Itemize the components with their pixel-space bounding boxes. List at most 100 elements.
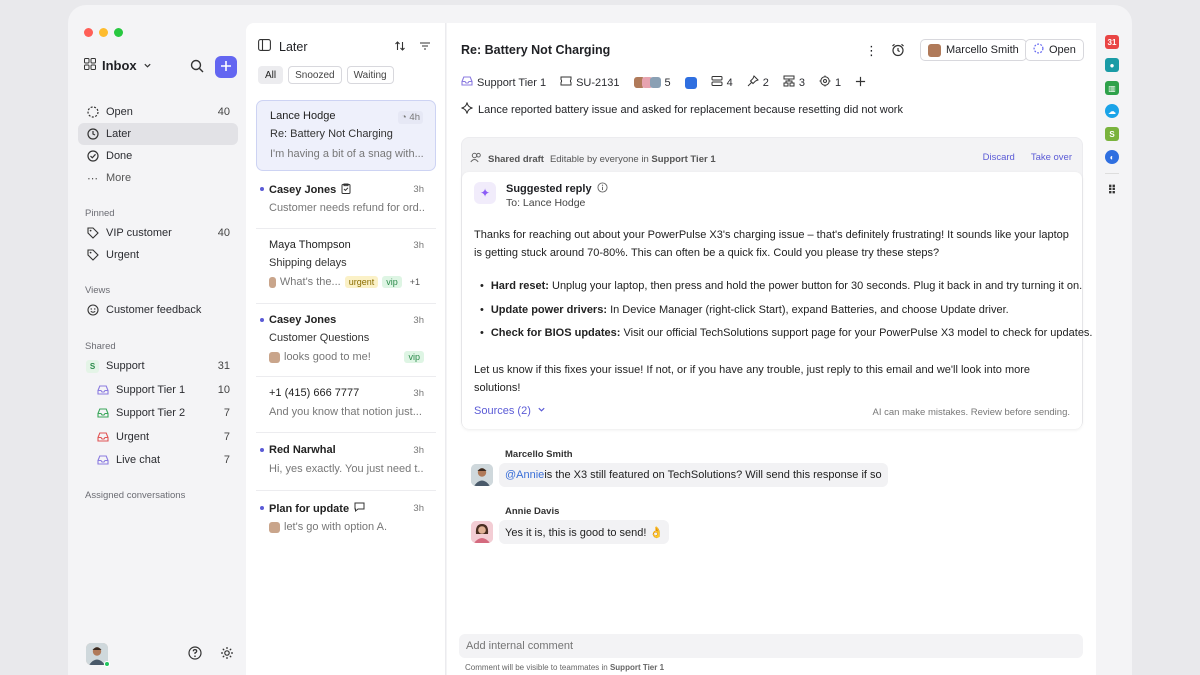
contacts-app-icon[interactable]: ● [1105,58,1119,72]
conversation-subject: Customer Questions [269,332,370,344]
status-button[interactable]: Open [1025,39,1084,61]
sources-toggle[interactable]: Sources (2) [474,405,546,417]
clock-icon [86,128,99,141]
target-icon [819,75,831,90]
conversation-time: 3h [413,184,424,195]
shared-support-tier-1[interactable]: Support Tier 1 10 [78,379,238,401]
reply-bullet: • Update power drivers: In Device Manager… [480,304,1009,316]
shared-urgent[interactable]: Urgent 7 [78,426,238,448]
users-icon [470,152,482,166]
compose-button[interactable] [215,56,237,78]
meta-ticket[interactable]: SU-2131 [560,76,620,89]
nav-done[interactable]: Done [78,145,238,167]
shared-support-tier-2[interactable]: Support Tier 2 7 [78,402,238,424]
list-item[interactable]: Casey Jones 3h Customer needs refund for… [256,174,436,229]
shared-support-label: Support [106,360,145,372]
avatar [471,464,493,486]
sort-icon[interactable] [394,40,406,55]
view-customer-feedback[interactable]: Customer feedback [78,299,238,321]
avatar [269,276,276,288]
shared-live-chat[interactable]: Live chat 7 [78,449,238,471]
pinned-vip-customer[interactable]: VIP customer 40 [78,222,238,244]
online-status-dot [104,661,110,667]
shopify-app-icon[interactable]: S [1105,127,1119,141]
take-over-button[interactable]: Take over [1031,152,1072,163]
inbox-tray-icon [96,407,109,420]
mention[interactable]: @Annie [505,469,544,481]
filter-icon[interactable] [419,40,431,55]
list-item[interactable]: Maya Thompson 3h Shipping delays What's … [256,230,436,304]
help-button[interactable] [187,645,203,663]
shared-live-chat-count: 7 [223,454,230,466]
salesforce-app-icon[interactable]: ☁ [1105,104,1119,118]
pinned-urgent[interactable]: Urgent [78,244,238,266]
conversation-time: 3h [413,388,424,399]
help-icon [188,645,202,663]
list-item[interactable]: Plan for update 3h let's go with option … [256,493,436,549]
sheets-app-icon[interactable]: ▥ [1105,81,1119,95]
more-vertical-icon[interactable]: ⋮ [865,43,878,59]
list-header: Later [258,39,308,54]
list-item[interactable]: Casey Jones 3h Customer Questions looks … [256,305,436,377]
linear-app-icon[interactable]: ◐ [1105,150,1119,164]
search-button[interactable] [188,58,206,76]
pinned-vip-count: 40 [217,227,230,239]
shared-tier2-count: 7 [223,407,230,419]
meta-participants-count: 5 [664,76,671,89]
nav-later[interactable]: Later [78,123,238,145]
nav-more[interactable]: ⋯ More [78,167,238,189]
settings-button[interactable] [219,646,235,662]
conversation-preview: Hi, yes exactly. You just need t... [269,463,424,475]
tag-icon [86,227,99,240]
filter-snoozed[interactable]: Snoozed [288,66,342,84]
nav-open[interactable]: Open 40 [78,101,238,123]
list-title: Later [279,39,308,54]
shared-live-chat-label: Live chat [116,454,161,466]
summary-text: Lance reported battery issue and asked f… [478,103,903,116]
meta-stack[interactable]: 4 [711,75,733,90]
calendar-app-icon[interactable]: 31 [1105,35,1119,49]
message-text: is the X3 still featured on TechSolution… [544,469,882,481]
meta-target[interactable]: 1 [819,75,841,90]
comment-note-prefix: Comment will be visible to teammates in [465,663,608,672]
inbox-tray-icon [96,431,109,444]
list-item[interactable]: Red Narwhal 3h Hi, yes exactly. You just… [256,435,436,491]
assigned-conversations-label: Assigned conversations [85,490,186,501]
tag-vip: vip [404,351,424,363]
shared-tier1-label: Support Tier 1 [116,384,186,396]
meta-hierarchy-count: 3 [798,76,806,89]
apps-grid-icon[interactable]: ⠿ [1105,183,1119,197]
tag-icon [86,249,99,262]
contact-name: Red Narwhal [269,444,336,456]
snooze-alarm-icon[interactable] [891,43,905,60]
hierarchy-icon [783,75,795,90]
gear-icon [220,646,234,663]
bullet-heading: Update power drivers: [490,304,607,316]
list-item[interactable]: +1 (415) 666 7777 3h And you know that n… [256,378,436,433]
nav-done-label: Done [106,150,133,162]
discard-button[interactable]: Discard [983,152,1015,163]
info-icon[interactable] [597,182,608,196]
conversation-preview-row: looks good to me! vip [269,351,424,363]
list-item[interactable]: Lance Hodge ◔ 4h Re: Battery Not Chargin… [256,100,436,171]
internal-comment-input[interactable] [459,634,1083,658]
filter-all[interactable]: All [258,66,284,84]
meta-target-count: 1 [835,76,842,89]
meta-team[interactable]: Support Tier 1 [461,75,546,90]
conversation-preview-row: What's the... urgent vip +1 [269,276,424,288]
meta-integration[interactable] [684,76,697,89]
assignee-button[interactable]: Marcello Smith [920,39,1027,61]
meta-participants[interactable]: 5 [633,76,671,89]
shared-support[interactable]: S Support 31 [78,355,238,377]
add-meta-button[interactable] [855,76,866,90]
inbox-switcher[interactable]: Inbox [84,58,152,73]
meta-hierarchy[interactable]: 3 [783,75,805,90]
conversation-subject: Re: Battery Not Charging [270,128,393,140]
filter-waiting[interactable]: Waiting [346,66,394,84]
inbox-tray-icon [96,384,109,397]
tag-urgent: urgent [344,276,379,288]
sidebar-toggle-icon[interactable] [258,39,271,54]
clipboard-icon [341,183,351,197]
meta-pins[interactable]: 2 [747,75,769,90]
nav-open-count: 40 [217,106,230,118]
